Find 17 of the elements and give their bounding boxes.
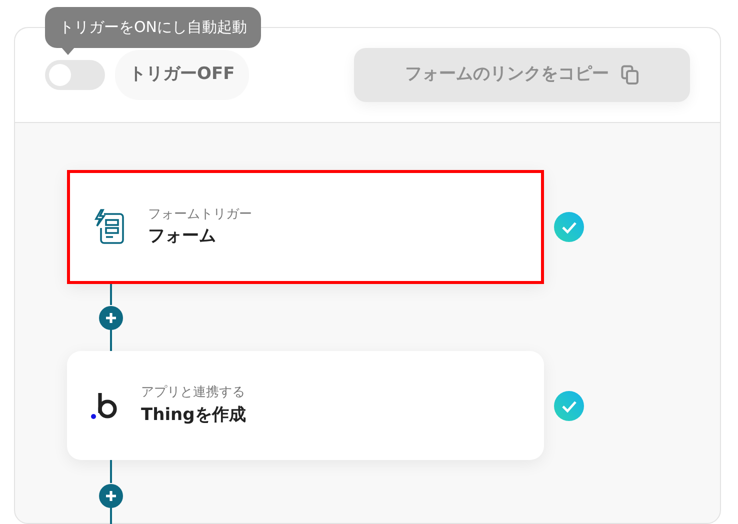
form-icon xyxy=(92,208,126,246)
step-caption: フォームトリガー xyxy=(148,206,252,224)
step-title: Thingを作成 xyxy=(141,404,246,426)
tooltip-pointer-icon xyxy=(61,46,75,54)
copy-icon xyxy=(621,65,639,85)
add-step-button[interactable] xyxy=(99,305,123,329)
connector-line xyxy=(110,460,112,483)
trigger-status: トリガーOFF xyxy=(115,50,249,100)
connector-line xyxy=(110,284,112,305)
add-step-button[interactable] xyxy=(99,483,123,507)
step-card[interactable]: アプリと連携する Thingを作成 xyxy=(67,351,544,460)
app-logo-icon xyxy=(91,390,119,420)
step-card[interactable]: フォームトリガー フォーム xyxy=(67,170,544,284)
trigger-toggle[interactable] xyxy=(45,60,105,90)
connector-line xyxy=(110,329,112,351)
step-caption: アプリと連携する xyxy=(141,384,246,402)
step-title: フォーム xyxy=(148,225,217,248)
